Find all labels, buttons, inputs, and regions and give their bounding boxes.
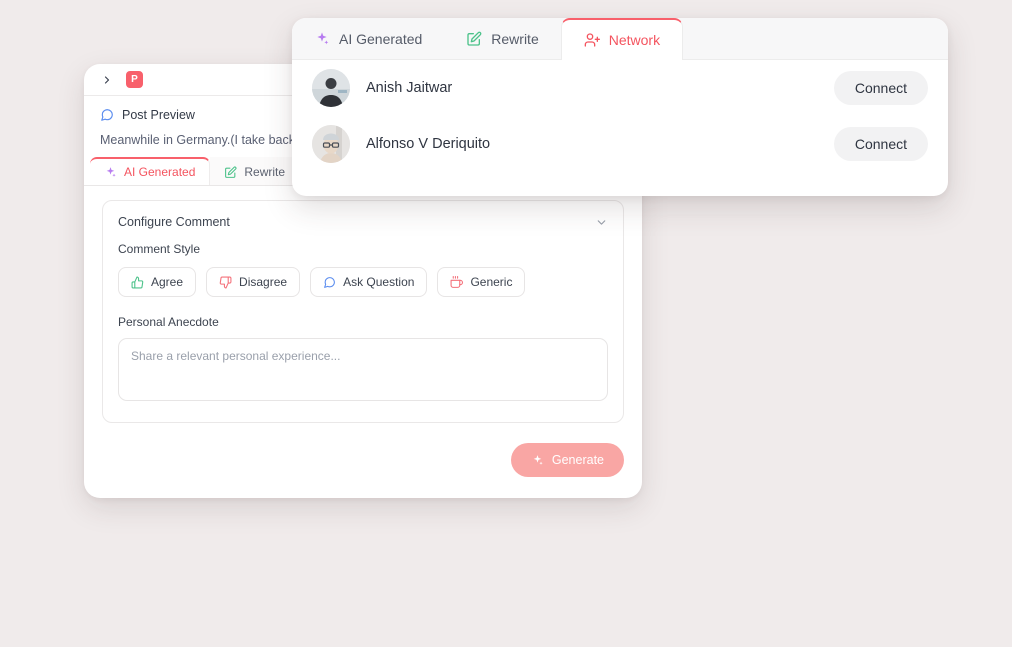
app-logo-badge: P — [126, 71, 143, 88]
coffee-cup-icon — [450, 275, 464, 289]
network-tab-rewrite[interactable]: Rewrite — [444, 18, 560, 59]
chevron-down-icon[interactable] — [595, 216, 608, 229]
person-add-icon — [584, 32, 600, 48]
comment-style-options: Agree Disagree Ask Question Generic — [118, 267, 608, 297]
configure-comment-header[interactable]: Configure Comment — [118, 215, 608, 229]
personal-anecdote-input[interactable] — [118, 338, 608, 401]
connect-button[interactable]: Connect — [833, 71, 928, 105]
tab-rewrite[interactable]: Rewrite — [210, 157, 301, 185]
person-name: Alfonso V Deriquito — [366, 136, 491, 152]
personal-anecdote-label: Personal Anecdote — [118, 315, 219, 329]
network-panel-tabs: AI Generated Rewrite Network — [292, 18, 948, 60]
thumbs-down-icon — [219, 276, 232, 289]
thumbs-up-icon — [131, 276, 144, 289]
list-item: Alfonso V Deriquito Connect — [312, 116, 928, 172]
person-name: Anish Jaitwar — [366, 80, 453, 96]
style-button-generic[interactable]: Generic — [437, 267, 526, 297]
sparkle-icon — [531, 454, 544, 467]
style-button-agree-label: Agree — [151, 275, 184, 289]
configure-comment-title: Configure Comment — [118, 215, 230, 229]
network-tab-ai-generated-label: AI Generated — [339, 30, 423, 47]
avatar — [312, 69, 350, 107]
network-tab-network[interactable]: Network — [560, 18, 684, 60]
generate-button-label: Generate — [551, 453, 604, 467]
app-root: P Post Preview Meanwhile in Germany.(I t… — [0, 0, 1012, 647]
sparkle-icon — [314, 31, 330, 47]
network-tab-network-label: Network — [608, 32, 661, 48]
edit-square-icon — [224, 165, 237, 179]
style-button-generic-label: Generic — [470, 275, 513, 289]
network-tab-ai-generated[interactable]: AI Generated — [292, 18, 444, 59]
sparkle-icon — [104, 166, 117, 179]
tab-ai-generated-label: AI Generated — [124, 165, 196, 179]
tab-rewrite-label: Rewrite — [244, 165, 286, 179]
list-item: Anish Jaitwar Connect — [312, 60, 928, 116]
post-preview-title: Post Preview — [122, 108, 195, 122]
connect-button[interactable]: Connect — [833, 127, 928, 161]
style-button-disagree[interactable]: Disagree — [206, 267, 301, 297]
avatar — [312, 125, 350, 163]
question-bubble-icon — [323, 276, 336, 289]
network-tab-rewrite-label: Rewrite — [491, 30, 539, 47]
style-button-ask-question-label: Ask Question — [343, 275, 415, 289]
network-people-list: Anish Jaitwar Connect Alfonso V Deriquit… — [292, 60, 948, 172]
edit-square-icon — [466, 31, 482, 47]
comment-style-label: Comment Style — [118, 242, 201, 256]
network-panel: AI Generated Rewrite Network Anish Jaitw… — [292, 18, 948, 196]
chevron-right-icon[interactable] — [100, 73, 114, 87]
tab-ai-generated[interactable]: AI Generated — [90, 157, 211, 185]
style-button-agree[interactable]: Agree — [118, 267, 197, 297]
speech-bubble-icon — [100, 108, 114, 122]
generate-row: Generate — [102, 443, 624, 477]
configure-comment-card: Configure Comment Comment Style Agree Di… — [102, 200, 624, 423]
style-button-disagree-label: Disagree — [239, 275, 288, 289]
generate-button[interactable]: Generate — [510, 443, 624, 477]
style-button-ask-question[interactable]: Ask Question — [310, 267, 428, 297]
